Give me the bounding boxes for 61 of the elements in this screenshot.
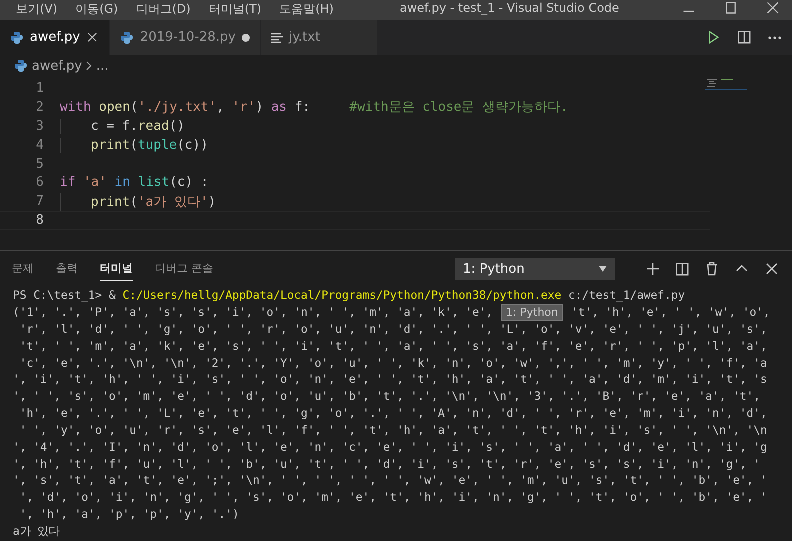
trash-icon[interactable]: [704, 261, 720, 277]
terminal-output-line: ', '4', '.', 'I', 'n', 'd', 'o', 'l', 'e', 'n', 'c', 'e', ' ', 'i', 's', ' ', 'a', ' ', 'd', 'e', 'l', 'i', 'g: [13, 438, 768, 456]
menu-item[interactable]: 보기(V): [16, 2, 58, 20]
python-file-icon: [10, 30, 24, 44]
plus-icon[interactable]: [645, 261, 661, 277]
line-number: 3: [35, 118, 45, 134]
panel-tab[interactable]: 디버그 콘솔: [155, 257, 214, 281]
caret-icon: [599, 266, 607, 272]
panel-tab[interactable]: 출력: [56, 257, 78, 281]
terminal-command: PS C:\test_1> & C:/Users/hellg/AppData/Local/Programs/Python/Python38/python.exe c:/test_1/awef.py: [13, 287, 686, 304]
breadcrumb-item[interactable]: awef.py: [32, 58, 82, 74]
terminal-output-line: ', 'h', 't', 'f', 'u', 'l', ' ', 'b', 'u', 't', ' ', 'd', 'i', 's', 't', 'r', 'e', 's', 's', 'i', 'n', 'g', ': [13, 456, 762, 472]
maximize-icon[interactable]: [724, 1, 738, 15]
minimap-drawing[interactable]: [705, 77, 747, 91]
close-icon[interactable]: [764, 261, 780, 277]
line-number: 1: [35, 80, 45, 96]
code-line: if 'a' in list(c) :: [59, 175, 209, 190]
code-line: with open('./jy.txt', 'r') as f: #with문은 close문 생략가능하다.: [59, 99, 568, 116]
close-icon[interactable]: [86, 31, 100, 44]
editor-tab[interactable]: awef.py: [0, 20, 110, 55]
menu-item[interactable]: 도움말(H): [280, 2, 334, 20]
terminal-output-text: ('1', '.', 'P', 'a', 's', 's', 'i', 'o', 'n', ' ', 'm', 'a', 'k', 'e',: [13, 304, 494, 321]
panel-tab[interactable]: 터미널: [100, 257, 133, 281]
terminal-output-line: 'r', 'l', 'd', ' ', 'g', 'o', ' ', 'r', 'o', 'u', 'n', 'd', '.', ' ', 'L', 'o', 'v', 'e', ' ', 'j', 'u', 's',: [18, 320, 768, 338]
line-number: 2: [35, 100, 45, 115]
menu-item[interactable]: 이동(G): [76, 2, 118, 20]
python-file-icon: [120, 30, 134, 44]
close-icon[interactable]: [766, 1, 780, 15]
menu-item[interactable]: 터미널(T): [208, 2, 262, 20]
panel-tab[interactable]: 문제: [12, 257, 34, 281]
terminal-output-line: ', ' ', 's', 'o', 'm', 'e', ' ', 'd', 'o', 'u', 'b', 't', '.', '\n', '\n', '3', '.', 'B', 'r', 'e', 'a', 't',: [13, 388, 762, 406]
breadcrumb-item[interactable]: ...: [96, 58, 109, 74]
menu-item[interactable]: 디버그(D): [136, 2, 191, 20]
terminal-dropdown[interactable]: 1: Python: [455, 258, 615, 280]
line-number: 8: [35, 213, 45, 228]
line-number: 4: [35, 138, 45, 153]
split-terminal-icon[interactable]: [675, 262, 690, 276]
terminal-output-line: ', 'h', 'a', 'p', 'p', 'y', '.'): [18, 506, 240, 523]
more-icon[interactable]: [768, 36, 782, 40]
unsaved-dot-icon: [242, 34, 250, 42]
editor-tab[interactable]: jy.txt: [260, 20, 378, 55]
terminal-output-line: ' ', 'y', 'o', 'u', 'r', 's', 'e', 'l', 'f', ' ', 't', 'h', 'a', 't', ' ', 't', 'h', 'i', 's', ' ', '\n', '\n: [18, 422, 768, 439]
terminal-output-line: ', 'i', 't', 'h', ' ', 'i', 's', ' ', 'o', 'n', 'e', ' ', 't', 'h', 'a', 't', ' ', 'a', 'd', 'm', 'i', 't', 's: [13, 371, 768, 388]
terminal-output-line: ', 'd', 'o', 'i', 'n', 'g', ' ', 's', 'o', 'm', 'e', 't', 'h', 'i', 'n', 'g', ' ', 't', 'o', ' ', 'b', 'e', ': [18, 489, 768, 506]
line-number: 6: [35, 175, 45, 190]
line-number: 5: [35, 156, 45, 172]
split-editor-icon[interactable]: [737, 30, 752, 45]
tooltip: 1: Python: [501, 304, 564, 321]
editor-tab[interactable]: 2019-10-28.py: [110, 20, 261, 55]
terminal-output-line: a가 있다: [13, 522, 61, 540]
python-file-icon: [14, 59, 28, 73]
terminal-output-line: ', 's', 't', 'a', 't', 'e', ';', '\n', ' ', ' ', ' ', ' ', 'w', 'e', ' ', 'm', 'u', 's', 't', ' ', 'b', 'e', ': [13, 472, 768, 490]
terminal-output-line: 'h', 'e', '.', ' ', 'L', 'e', 't', ' ', 'g', 'o', '.', ' ', 'A', 'n', 'd', ' ', 'r', 'e', 'm', 'i', 'n', 'd',: [18, 405, 768, 422]
text-file-icon: [270, 32, 283, 42]
chevron-right-icon: [86, 61, 92, 71]
window-title: awef.py - test_1 - Visual Studio Code: [400, 1, 620, 15]
terminal-output-line: 'c', 'e', '.', '\n', '\n', '2', '.', 'Y', 'o', 'u', ' ', 'k', 'n', 'o', 'w', ',', ' ', 'm', 'y', ' ', 'f', 'a: [18, 354, 768, 372]
terminal-output-line: 't', ' ', 'm', 'a', 'k', 'e', 's', ' ', 'i', 't', ' ', 'a', ' ', 's', 'a', 'f', 'e', 'r', ' ', 'p', 'l', 'a',: [18, 338, 768, 355]
line-number: 7: [35, 194, 45, 210]
run-icon[interactable]: [706, 30, 721, 45]
terminal-output-text: 't', 'h', 'e', ' ', 'w', 'o',: [571, 304, 770, 321]
